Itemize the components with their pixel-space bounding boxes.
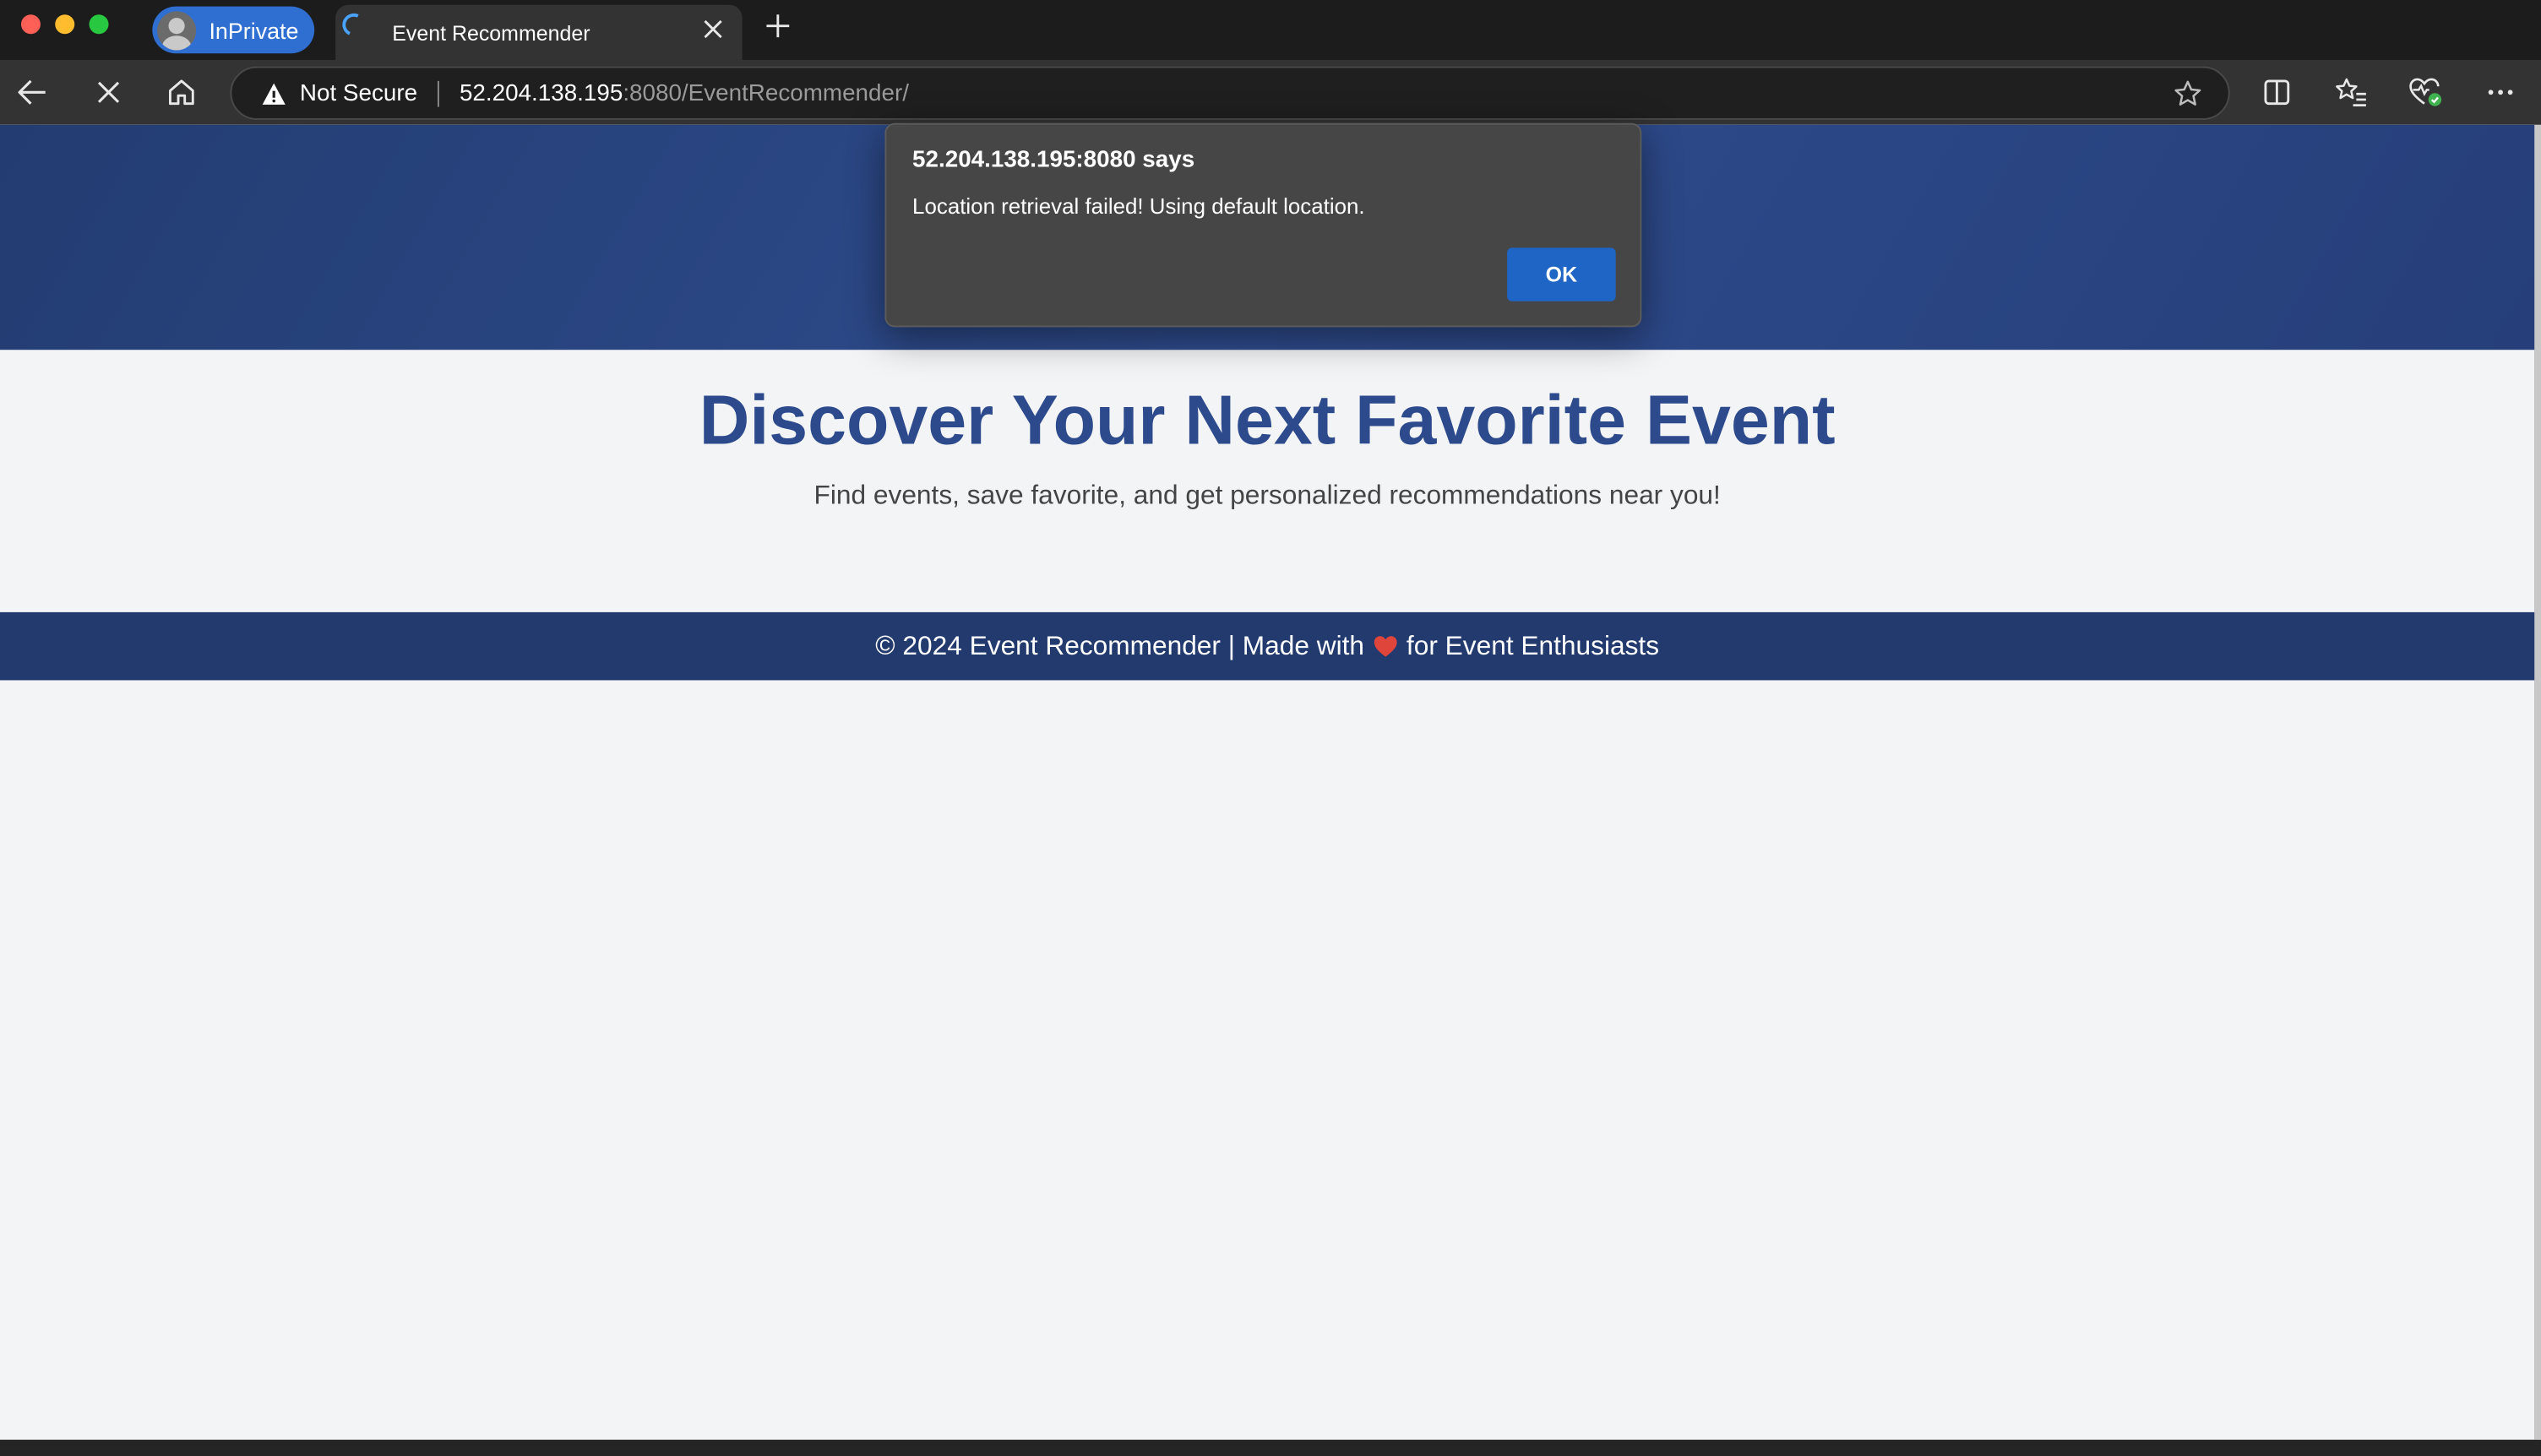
browser-window: InPrivate Event Recommender Not Secure 5… — [0, 0, 2541, 1456]
tab-title: Event Recommender — [392, 19, 590, 45]
dialog-message: Location retrieval failed! Using default… — [912, 194, 1365, 219]
close-window-button[interactable] — [20, 14, 41, 35]
url-path: :8080/EventRecommender/ — [623, 79, 909, 106]
maximize-window-button[interactable] — [89, 14, 109, 35]
address-bar[interactable]: Not Secure 52.204.138.195:8080/EventReco… — [230, 66, 2230, 120]
more-dots-icon — [2488, 90, 2513, 95]
url-host: 52.204.138.195 — [459, 79, 623, 106]
stop-loading-button[interactable] — [90, 73, 128, 111]
close-icon — [97, 81, 120, 103]
inprivate-profile-button[interactable]: InPrivate — [152, 6, 315, 54]
arrow-left-icon — [18, 79, 46, 105]
alert-dialog: 52.204.138.195:8080 says Location retrie… — [884, 122, 1642, 328]
split-screen-icon — [2264, 79, 2290, 106]
profile-avatar-icon — [157, 10, 197, 50]
favorites-button[interactable] — [2332, 73, 2371, 111]
split-screen-button[interactable] — [2257, 73, 2296, 111]
footer-text-before: © 2024 Event Recommender | Made with — [875, 630, 1365, 660]
loading-spinner-icon — [339, 10, 368, 40]
new-tab-button[interactable] — [760, 10, 796, 46]
star-icon[interactable] — [2174, 79, 2203, 109]
window-edge — [2534, 124, 2541, 1456]
home-button[interactable] — [162, 73, 201, 111]
more-options-button[interactable] — [2481, 73, 2520, 111]
background-window-strip — [0, 1439, 2541, 1456]
address-divider — [437, 79, 439, 106]
heart-pulse-icon — [2409, 78, 2442, 106]
page-heading: Discover Your Next Favorite Event — [699, 382, 1836, 460]
dialog-title: 52.204.138.195:8080 says — [912, 147, 1195, 174]
tab-event-recommender[interactable]: Event Recommender — [335, 4, 743, 60]
page-footer: © 2024 Event Recommender | Made with for… — [0, 611, 2535, 681]
heart-icon — [1373, 633, 1399, 660]
browser-toolbar: Not Secure 52.204.138.195:8080/EventReco… — [0, 59, 2541, 125]
page-subheading: Find events, save favorite, and get pers… — [813, 481, 1721, 511]
plus-icon — [766, 14, 790, 38]
title-bar: InPrivate Event Recommender — [0, 0, 2541, 60]
tab-close-icon[interactable] — [700, 19, 726, 46]
browser-essentials-button[interactable] — [2407, 73, 2446, 111]
inprivate-label: InPrivate — [209, 17, 299, 43]
security-status-label[interactable]: Not Secure — [300, 80, 417, 106]
warning-triangle-icon[interactable] — [261, 80, 287, 106]
home-icon — [168, 79, 194, 106]
favorites-list-icon — [2336, 78, 2366, 106]
footer-text-after: for Event Enthusiasts — [1406, 630, 1660, 660]
dialog-ok-button[interactable]: OK — [1507, 247, 1616, 302]
back-button[interactable] — [13, 73, 52, 111]
minimize-window-button[interactable] — [55, 14, 75, 35]
